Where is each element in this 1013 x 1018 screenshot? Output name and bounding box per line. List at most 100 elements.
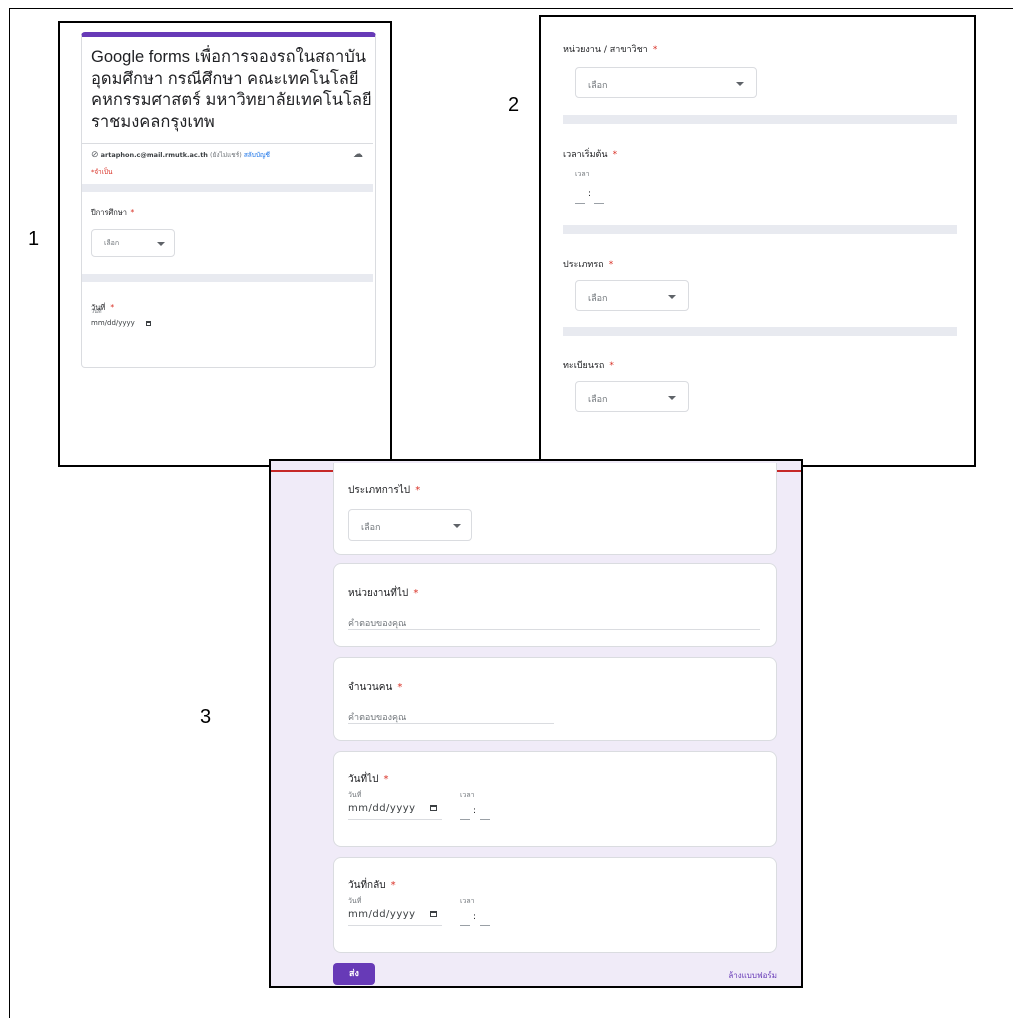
required-asterisk: * bbox=[130, 208, 135, 217]
question-plate: ทะเบียนรถ * bbox=[563, 353, 614, 372]
trip-type-dropdown[interactable]: เลือก bbox=[348, 509, 472, 541]
question-trip-type: ประเภทการไป * bbox=[348, 478, 420, 498]
question-start-time-label: เวลาเริ่มต้น bbox=[563, 150, 608, 160]
required-asterisk: * bbox=[390, 880, 396, 891]
section-band bbox=[563, 225, 957, 234]
form-title: Google forms เพื่อการจองรถในสถาบันอุดมศึ… bbox=[91, 48, 372, 131]
required-asterisk: * bbox=[652, 45, 658, 55]
question-car-type-label: ประเภทรถ bbox=[563, 260, 604, 270]
dept-dropdown[interactable]: เลือก bbox=[575, 67, 757, 98]
card-people: จำนวนคน * คำตอบของคุณ bbox=[333, 657, 777, 741]
depart-date-input[interactable]: mm/dd/yyyy bbox=[348, 803, 416, 814]
hour-input[interactable] bbox=[575, 203, 585, 204]
dropdown-value: เลือก bbox=[588, 81, 608, 91]
question-start-time: เวลาเริ่มต้น * bbox=[563, 142, 617, 161]
dropdown-caret-icon bbox=[736, 82, 744, 86]
question-people-label: จำนวนคน bbox=[348, 682, 393, 693]
date-input[interactable]: mm/dd/yyyy bbox=[91, 319, 135, 327]
section-band bbox=[82, 274, 373, 282]
depart-minute-input[interactable] bbox=[480, 819, 490, 820]
figure-label-1: 1 bbox=[28, 228, 40, 250]
section-band bbox=[563, 327, 957, 336]
date-sublabel: วันที่ bbox=[348, 791, 362, 799]
divider bbox=[82, 143, 373, 144]
calendar-icon bbox=[430, 911, 437, 917]
account-note: (ยังไม่แชร์) bbox=[210, 151, 242, 159]
dropdown-value: เลือก bbox=[588, 294, 608, 304]
question-destination-label: หน่วยงานที่ไป bbox=[348, 588, 409, 599]
time-sublabel: เวลา bbox=[460, 897, 475, 905]
return-minute-input[interactable] bbox=[480, 925, 490, 926]
people-input[interactable]: คำตอบของคุณ bbox=[348, 710, 406, 724]
people-underline bbox=[348, 723, 554, 724]
required-asterisk: * bbox=[608, 260, 614, 270]
date-sublabel: วันที่ bbox=[348, 897, 362, 905]
return-date-input[interactable]: mm/dd/yyyy bbox=[348, 909, 416, 920]
no-share-icon: ⊘ bbox=[91, 150, 99, 160]
required-asterisk: * bbox=[609, 361, 614, 371]
time-separator: : bbox=[473, 912, 477, 922]
destination-input[interactable]: คำตอบของคุณ bbox=[348, 616, 406, 630]
dropdown-caret-icon bbox=[453, 524, 461, 528]
dropdown-value: เลือก bbox=[104, 239, 120, 247]
panel-3: ประเภทการไป * เลือก หน่วยงานที่ไป * คำตอ… bbox=[269, 459, 803, 988]
section-band bbox=[563, 115, 957, 124]
question-return-date: วันที่กลับ * bbox=[348, 873, 396, 893]
question-year: ปีการศึกษา * bbox=[91, 205, 134, 219]
question-dept-label: หน่วยงาน / สาขาวิชา bbox=[563, 45, 648, 55]
question-plate-label: ทะเบียนรถ bbox=[563, 361, 605, 371]
account-row: ⊘ artaphon.c@mail.rmutk.ac.th (ยังไม่แชร… bbox=[91, 150, 270, 160]
form-header-card: Google forms เพื่อการจองรถในสถาบันอุดมศึ… bbox=[81, 32, 376, 368]
required-asterisk: * bbox=[397, 682, 403, 693]
minute-input[interactable] bbox=[594, 203, 604, 204]
question-return-date-label: วันที่กลับ bbox=[348, 880, 386, 891]
switch-account-link[interactable]: สลับบัญชี bbox=[244, 151, 270, 159]
figure-label-3: 3 bbox=[200, 706, 212, 728]
dropdown-caret-icon bbox=[157, 242, 165, 246]
date-underline bbox=[348, 925, 442, 926]
section-band bbox=[82, 184, 373, 192]
figure-label-2: 2 bbox=[508, 94, 520, 116]
cloud-icon: ☁ bbox=[353, 149, 363, 160]
required-asterisk: * bbox=[415, 485, 421, 496]
dropdown-caret-icon bbox=[668, 396, 676, 400]
dropdown-value: เลือก bbox=[588, 395, 608, 405]
time-sublabel: เวลา bbox=[575, 170, 590, 178]
card-trip-type: ประเภทการไป * เลือก bbox=[333, 463, 777, 555]
required-asterisk: * bbox=[110, 303, 115, 312]
panel-2: หน่วยงาน / สาขาวิชา * เลือก เวลาเริ่มต้น… bbox=[539, 15, 976, 467]
question-depart-date: วันที่ไป * bbox=[348, 767, 389, 787]
required-asterisk: * bbox=[413, 588, 419, 599]
card-depart-date: วันที่ไป * วันที่ mm/dd/yyyy เวลา : bbox=[333, 751, 777, 847]
calendar-icon bbox=[430, 805, 437, 811]
card-destination: หน่วยงานที่ไป * คำตอบของคุณ bbox=[333, 563, 777, 647]
dropdown-value: เลือก bbox=[361, 523, 381, 533]
plate-dropdown[interactable]: เลือก bbox=[575, 381, 689, 412]
question-trip-type-label: ประเภทการไป bbox=[348, 485, 411, 496]
dropdown-caret-icon bbox=[668, 295, 676, 299]
required-note: *จำเป็น bbox=[91, 168, 113, 176]
depart-hour-input[interactable] bbox=[460, 819, 470, 820]
date-underline bbox=[348, 819, 442, 820]
required-asterisk: * bbox=[612, 150, 618, 160]
submit-button[interactable]: ส่ง bbox=[333, 963, 375, 985]
time-sublabel: เวลา bbox=[460, 791, 475, 799]
year-dropdown[interactable]: เลือก bbox=[91, 229, 175, 257]
question-people: จำนวนคน * bbox=[348, 675, 402, 695]
question-car-type: ประเภทรถ * bbox=[563, 252, 613, 271]
question-destination: หน่วยงานที่ไป * bbox=[348, 581, 418, 601]
time-separator: : bbox=[588, 189, 592, 199]
clear-form-link[interactable]: ล้างแบบฟอร์ม bbox=[728, 969, 777, 982]
time-separator: : bbox=[473, 806, 477, 816]
car-type-dropdown[interactable]: เลือก bbox=[575, 280, 689, 311]
panel-1: Google forms เพื่อการจองรถในสถาบันอุดมศึ… bbox=[58, 21, 392, 467]
question-depart-date-label: วันที่ไป bbox=[348, 774, 379, 785]
card-return-date: วันที่กลับ * วันที่ mm/dd/yyyy เวลา : bbox=[333, 857, 777, 953]
question-year-label: ปีการศึกษา bbox=[91, 208, 127, 217]
account-email: artaphon.c@mail.rmutk.ac.th bbox=[100, 151, 208, 159]
date-sublabel: วันที่ bbox=[91, 309, 102, 315]
required-asterisk: * bbox=[383, 774, 389, 785]
destination-underline bbox=[348, 629, 760, 630]
return-hour-input[interactable] bbox=[460, 925, 470, 926]
calendar-icon bbox=[146, 321, 151, 326]
